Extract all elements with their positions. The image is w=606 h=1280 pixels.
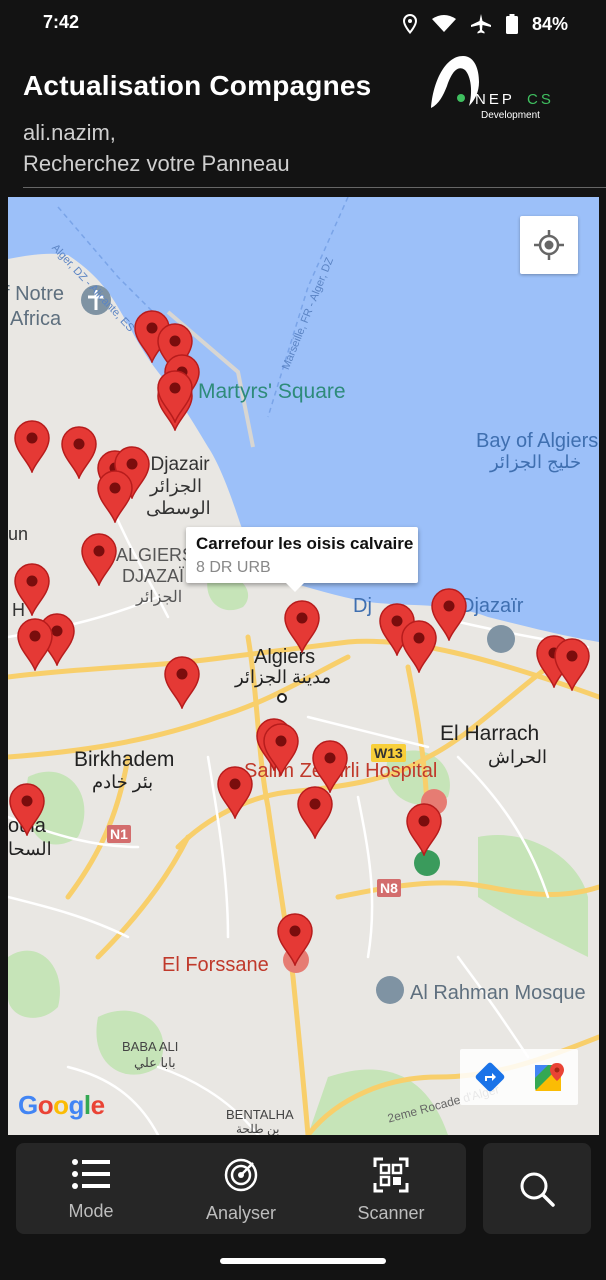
status-time: 7:42 [43,12,80,32]
header-divider [23,187,606,188]
info-window-title: Carrefour les oisis calvaire [196,534,414,553]
qr-scan-icon [373,1157,409,1193]
nav-scanner[interactable]: Scanner [316,1143,466,1234]
map-label-oula-ar: السحا [8,839,52,859]
open-in-maps-button[interactable] [519,1049,578,1105]
road-shield-w13: W13 [371,744,406,762]
map-label-bentalha-ar: بن طلحة [236,1122,280,1135]
map-label-algiers-caps-3: الجزائر [136,589,183,606]
radar-icon [224,1158,258,1192]
map-marker-pin[interactable] [553,637,591,693]
nav-analyser[interactable]: Analyser [166,1143,316,1234]
info-window-pointer [286,583,304,592]
google-maps-icon [534,1063,564,1091]
list-icon [72,1159,110,1189]
map-label-djazair-2: الجزائر [150,476,202,496]
map-marker-pin[interactable] [296,785,334,841]
my-location-button[interactable] [520,216,578,274]
map-label-algiers-ar: مدينة الجزائر [235,667,332,687]
marker-info-window[interactable]: Carrefour les oisis calvaire 8 DR URB [186,527,418,592]
map-view[interactable]: Alger, DZ - Alicante, ES Marseille, FR -… [8,197,599,1135]
map-label-dj-left: Dj [353,595,372,617]
map-label-un: un [8,524,29,544]
my-location-icon [534,230,564,260]
road-shield-n1: N1 [107,825,131,843]
map-label-bentalha: BENTALHA [226,1107,294,1122]
road-shield-n8: N8 [377,879,401,897]
directions-button[interactable] [460,1049,519,1105]
map-label-birkhadem: Birkhadem [74,748,175,771]
map-label-baba-ali: BABA ALI [122,1039,179,1054]
map-label-forssane: El Forssane [162,954,269,976]
map-label-notre-dame-2: Africa [10,308,62,330]
map-label-notre-dame-1: f Notre [8,283,65,305]
map-label-baba-ali-ar: بابا علي [134,1055,176,1070]
location-icon [402,14,417,34]
search-hint-label: Recherchez votre Panneau [23,151,290,176]
map-marker-pin[interactable] [262,722,300,778]
map-marker-pin[interactable] [80,532,118,588]
svg-text:CS: CS [527,91,554,108]
map-marker-pin[interactable] [96,469,134,525]
map-label-birkhadem-ar: بئر خادم [92,772,154,792]
page-title: Actualisation Compagnes [23,70,372,101]
nav-analyser-label: Analyser [205,1203,277,1223]
directions-icon [475,1062,504,1092]
status-bar: 7:42 84% [0,0,606,48]
nav-mode[interactable]: Mode [16,1143,166,1234]
nav-mode-label: Mode [68,1201,114,1221]
svg-text:NEP: NEP [475,91,515,108]
battery-icon [505,14,518,34]
wifi-icon [431,15,456,32]
map-label-martyrs-square: Martyrs' Square [198,380,346,403]
bottom-navigation: Mode Analyser Scanner [16,1143,466,1234]
map-label-el-harrach-ar: الحراش [488,747,548,767]
map-label-el-harrach: El Harrach [440,722,540,745]
map-label-djazair-1: l Djazair [141,454,210,475]
map-marker-pin[interactable] [16,617,54,673]
map-label-djazair-right: Djazaïr [460,595,524,617]
airplane-icon [470,14,491,34]
map-label-djazair-3: الوسطى [146,498,211,518]
map-marker-pin[interactable] [405,802,443,858]
map-marker-pin[interactable] [163,655,201,711]
map-marker-pin[interactable] [276,912,314,968]
map-marker-pin[interactable] [13,419,51,475]
map-label-bay-ar: خليج الجزائر [490,452,582,472]
map-marker-pin[interactable] [156,369,194,425]
svg-text:Development: Development [481,110,540,120]
gesture-home-bar[interactable] [220,1258,386,1264]
nav-scanner-label: Scanner [357,1203,425,1223]
battery-level: 84% [531,13,568,34]
map-toolbar [460,1049,578,1105]
google-logo: Google [18,1090,105,1120]
map-marker-pin[interactable] [8,782,46,838]
map-label-algiers-caps-2: DJAZAÏ [122,566,185,586]
search-icon [520,1172,555,1207]
app-logo: NEP CS Development [425,52,585,121]
info-window-subtitle: 8 DR URB [196,559,271,576]
map-marker-pin[interactable] [13,562,51,618]
map-label-mosque: Al Rahman Mosque [410,982,586,1004]
map-marker-pin[interactable] [60,425,98,481]
map-marker-pin[interactable] [430,587,468,643]
map-marker-pin[interactable] [283,599,321,655]
map-label-bay-en: Bay of Algiers [476,430,599,452]
map-label-algiers-caps-1: ALGIERS [116,545,195,565]
search-button[interactable] [483,1143,591,1234]
map-marker-pin[interactable] [216,765,254,821]
username-label: ali.nazim, [23,120,116,145]
